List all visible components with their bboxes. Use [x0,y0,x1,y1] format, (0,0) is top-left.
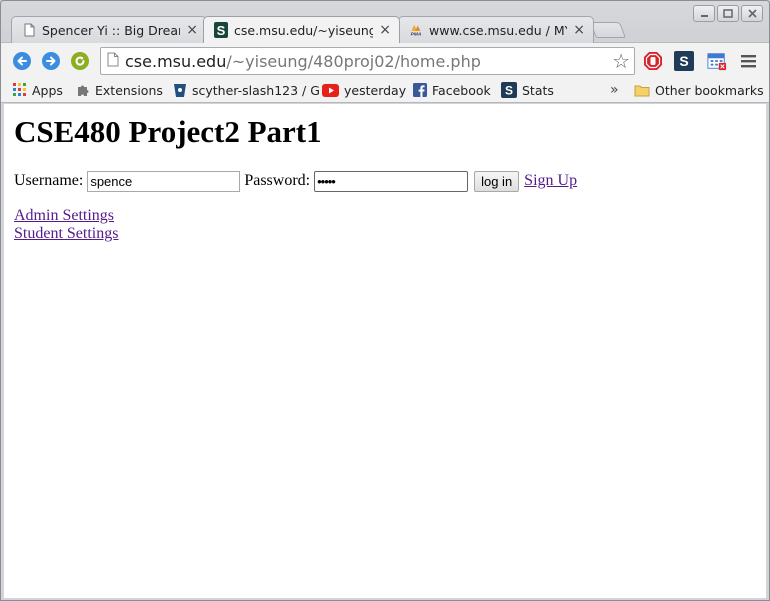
tab-cse-msu[interactable]: S cse.msu.edu/~yiseung/ × [203,16,400,43]
page-content: CSE480 Project2 Part1 Username: Password… [4,104,766,598]
reload-icon [75,56,85,66]
maximize-button[interactable] [717,5,739,22]
url-host: cse.msu.edu [125,51,227,71]
browser-window: Spencer Yi :: Big Dreame × S cse.msu.edu… [0,0,770,601]
window-controls [693,5,763,22]
svg-text:PMA: PMA [411,32,422,37]
username-input[interactable] [87,170,241,192]
close-icon [747,9,757,18]
maximize-icon [723,9,733,18]
double-chevron-icon: » [610,82,619,98]
minimize-button[interactable] [693,5,715,22]
bookmark-label: scyther-slash123 / G [192,82,320,98]
url-path: /~yiseung/480proj02/home.php [226,51,481,71]
back-arrow-icon [17,56,27,66]
minimize-icon [700,15,708,17]
settings-links: Admin Settings Student Settings [14,207,118,243]
bookmarks-bar: Apps Extensions scyther-slash123 / G yes… [1,78,769,103]
tab-spencer-yi[interactable]: Spencer Yi :: Big Dreame × [11,16,207,43]
youtube-icon [322,83,339,97]
puzzle-icon [78,85,89,96]
menu-hamburger-icon[interactable] [739,51,759,71]
bookmark-facebook[interactable]: Facebook [413,81,491,99]
bookmark-label: Extensions [95,82,163,98]
toolbar: cse.msu.edu/~yiseung/480proj02/home.php … [1,42,769,78]
close-icon[interactable]: × [573,22,585,38]
page-title: CSE480 Project2 Part1 [14,114,322,149]
bookmark-label: Stats [522,82,554,98]
student-settings-link[interactable]: Student Settings [14,225,118,243]
bookmark-star-icon[interactable]: ☆ [612,51,630,71]
adblock-icon[interactable] [643,51,663,71]
admin-settings-link[interactable]: Admin Settings [14,207,118,225]
username-label: Username: [14,172,84,189]
password-input[interactable] [314,170,469,192]
stats-extension-icon[interactable]: S [674,51,694,71]
tab-strip: Spencer Yi :: Big Dreame × S cse.msu.edu… [1,1,769,43]
forward-arrow-icon [46,56,56,66]
calendar-icon[interactable] [707,51,727,71]
forward-button[interactable] [42,52,60,70]
bookmark-stats[interactable]: S Stats [501,81,554,99]
bookmark-scyther[interactable]: scyther-slash123 / G [173,81,320,99]
bookmark-label: yesterday [344,82,407,98]
svg-text:S: S [217,23,226,38]
bitbucket-icon [174,84,186,97]
apps-grid-icon [13,83,26,96]
tab-phpmyadmin[interactable]: PMA www.cse.msu.edu / MY × [398,16,594,43]
new-tab-button[interactable] [590,22,626,38]
msu-s-icon: S [214,22,228,38]
bookmark-label: Apps [32,82,63,98]
tab-title: cse.msu.edu/~yiseung/ [234,22,374,38]
bookmark-yesterday[interactable]: yesterday [322,81,406,99]
svg-text:S: S [679,53,688,69]
stats-s-icon: S [501,82,517,98]
tab-title: Spencer Yi :: Big Dreame [42,22,181,38]
reload-button[interactable] [71,52,89,70]
address-bar[interactable]: cse.msu.edu/~yiseung/480proj02/home.php … [100,47,635,75]
close-icon[interactable]: × [379,22,391,38]
facebook-icon [413,83,427,97]
signup-link[interactable]: Sign Up [524,172,577,190]
password-label: Password: [244,172,311,189]
svg-text:S: S [505,84,513,98]
bookmark-other[interactable]: Other bookmarks [634,81,764,99]
page-icon [22,22,36,38]
bookmark-label: Facebook [432,82,491,98]
tab-title: www.cse.msu.edu / MY [429,22,568,38]
login-button[interactable]: log in [474,170,520,192]
login-form: Username: Password: log in Sign Up [14,170,577,192]
window-close-button[interactable] [741,5,763,22]
bookmark-apps[interactable]: Apps [13,81,63,99]
page-icon [107,52,119,71]
close-icon[interactable]: × [186,22,198,38]
bookmark-label: Other bookmarks [655,82,764,98]
phpmyadmin-icon: PMA [409,22,423,38]
bookmarks-overflow-chevron[interactable]: » [610,81,619,99]
back-button[interactable] [13,52,31,70]
folder-icon [634,85,650,96]
bookmark-extensions[interactable]: Extensions [76,81,163,99]
